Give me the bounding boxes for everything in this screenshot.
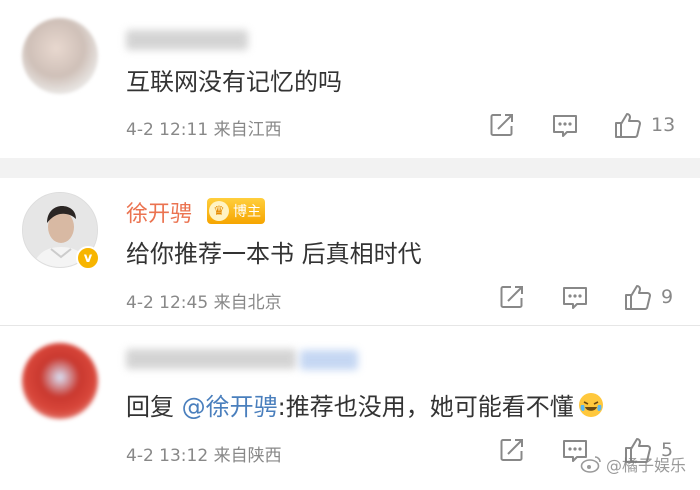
comment-item: v 徐开骋 ♛ 博主 给你推荐一本书 后真相时代 4-2 12:45 来自北京 … [0,178,700,326]
comment-meta: 4-2 12:11 来自江西 [126,115,282,140]
thumbs-up-icon [615,113,641,138]
username-blurred[interactable] [126,349,296,369]
blogger-badge-label: 博主 [233,204,261,220]
user-badge-blurred [300,350,358,370]
share-icon [500,439,523,461]
reply-body: :推荐也没用，她可能看不懂 [277,393,574,421]
comment-location: 来自北京 [213,293,282,313]
like-button[interactable]: 13 [613,110,675,140]
thumbs-up-icon [625,285,651,310]
share-icon [500,286,523,308]
comment-meta: 4-2 12:45 来自北京 [126,288,282,313]
weibo-logo-icon [580,456,601,473]
share-icon [490,114,513,136]
like-count: 9 [661,286,674,308]
section-divider [0,158,700,178]
like-button[interactable]: 9 [623,282,673,312]
comment-item: 回复 @徐开骋:推荐也没用，她可能看不懂 4-2 13:12 来自陕西 5 @橘… [0,327,700,490]
avatar[interactable] [22,343,98,419]
comment-location: 来自江西 [213,120,282,140]
like-count: 13 [651,114,676,136]
avatar[interactable] [22,18,98,94]
comment-meta: 4-2 13:12 来自陕西 [126,441,282,466]
comment-item: 互联网没有记忆的吗 4-2 12:11 来自江西 13 [0,0,700,158]
share-button[interactable] [499,284,525,310]
comment-location: 来自陕西 [213,446,282,466]
comment-icon [553,115,577,137]
mention-link[interactable]: @徐开骋 [182,393,278,421]
comment-text: 给你推荐一本书 后真相时代 [126,240,422,268]
comment-time: 4-2 13:12 [126,446,209,466]
reply-prefix: 回复 [126,393,182,421]
crown-icon: ♛ [209,201,229,221]
share-button[interactable] [499,437,525,463]
share-button[interactable] [489,112,515,138]
comment-text: 互联网没有记忆的吗 [126,68,342,96]
username[interactable]: 徐开骋 [126,196,192,228]
comment-icon [563,287,587,309]
comment-text: 回复 @徐开骋:推荐也没用，她可能看不懂 [126,387,604,422]
verified-badge-icon: v [76,246,100,270]
laugh-cry-emoji [578,393,603,417]
comment-button[interactable] [561,285,589,311]
blogger-badge: ♛ 博主 [207,198,265,224]
comment-time: 4-2 12:11 [126,120,209,140]
username-blurred[interactable] [126,30,248,50]
watermark: @橘子娱乐 [580,452,686,476]
comment-time: 4-2 12:45 [126,293,209,313]
watermark-text: @橘子娱乐 [605,456,686,475]
comment-button[interactable] [551,113,579,139]
